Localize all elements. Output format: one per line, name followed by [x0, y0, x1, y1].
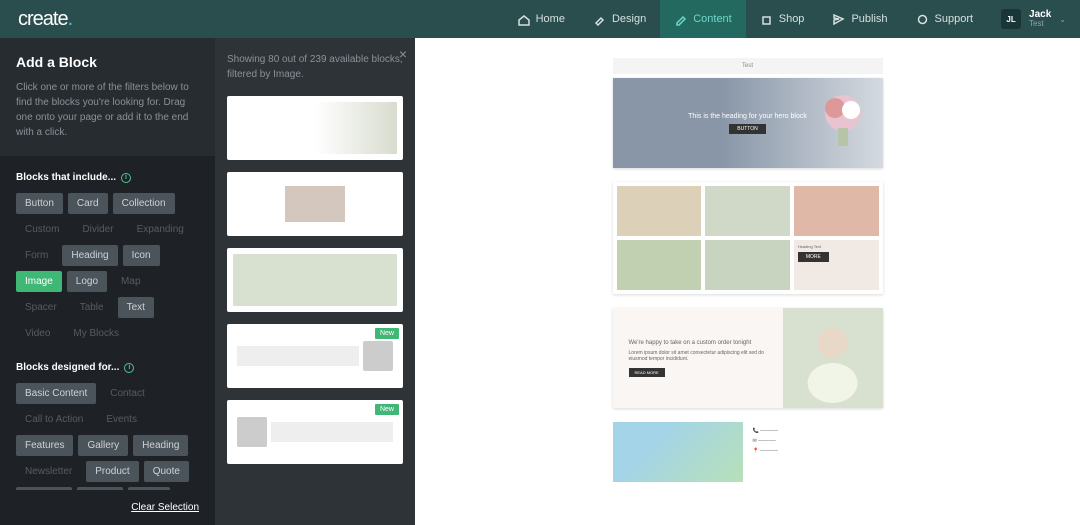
lifebuoy-icon — [916, 13, 929, 26]
new-badge: New — [375, 404, 399, 415]
new-badge: New — [375, 328, 399, 339]
hero-button[interactable]: BUTTON — [729, 124, 765, 134]
flower-image — [813, 88, 873, 148]
quote-image — [783, 308, 882, 408]
filter-chip-image[interactable]: Image — [16, 271, 62, 292]
results-text: Showing 80 out of 239 available blocks, … — [227, 52, 403, 82]
filter-chip-button[interactable]: Button — [16, 193, 63, 214]
filter-chip-features[interactable]: Features — [16, 435, 73, 456]
block-thumb[interactable]: New — [227, 324, 403, 388]
nav-support[interactable]: Support — [902, 0, 988, 38]
filter-chip-map[interactable]: Map — [112, 271, 149, 292]
close-icon[interactable]: × — [399, 46, 407, 62]
filter-chip-logo[interactable]: Logo — [67, 271, 107, 292]
designed-chips: Basic ContentContact Call to ActionEvents… — [16, 383, 199, 490]
filter-chip-gallery[interactable]: Gallery — [78, 435, 128, 456]
filter-chip-heading[interactable]: Heading — [133, 435, 188, 456]
include-chips: ButtonCardCollection CustomDivider Expandi… — [16, 193, 199, 344]
page-preview[interactable]: Test This is the heading for your hero b… — [415, 38, 1080, 525]
nav-publish[interactable]: Publish — [818, 0, 901, 38]
filter-chip-divider[interactable]: Divider — [73, 219, 122, 240]
filter-chip-quote[interactable]: Quote — [144, 461, 189, 482]
filter-chip-my-blocks[interactable]: My Blocks — [64, 323, 128, 344]
filter-chip-card[interactable]: Card — [68, 193, 108, 214]
gallery-block[interactable]: Heading TextMORE — [613, 182, 883, 294]
filter-chip-table[interactable]: Table — [71, 297, 113, 318]
user-menu[interactable]: JL Jack Test ⌄ — [987, 0, 1080, 38]
chevron-down-icon: ⌄ — [1059, 15, 1066, 24]
map-image — [613, 422, 743, 482]
top-bar: create. Home Design Content Shop Publish… — [0, 0, 1080, 38]
filter-chip-call-to-action[interactable]: Call to Action — [16, 409, 92, 430]
include-heading: Blocks that include...i — [16, 172, 199, 183]
filter-chip-custom[interactable]: Custom — [16, 219, 68, 240]
avatar: JL — [1001, 9, 1021, 29]
nav-design[interactable]: Design — [579, 0, 660, 38]
clear-selection-link[interactable]: Clear Selection — [0, 490, 215, 525]
block-thumb[interactable] — [227, 248, 403, 312]
panel-desc: Click one or more of the filters below t… — [16, 80, 199, 140]
block-thumbnails[interactable]: Showing 80 out of 239 available blocks, … — [215, 38, 415, 525]
filter-chip-events[interactable]: Events — [97, 409, 146, 430]
filter-chip-video[interactable]: Video — [16, 323, 59, 344]
brush-icon — [593, 13, 606, 26]
filter-chip-collection[interactable]: Collection — [113, 193, 175, 214]
quote-button[interactable]: READ MORE — [629, 368, 665, 377]
home-icon — [517, 13, 530, 26]
block-thumb[interactable]: New — [227, 400, 403, 464]
contact-info: 📞 ─────✉ ─────📍 ───── — [753, 422, 883, 482]
filter-chip-expanding[interactable]: Expanding — [128, 219, 193, 240]
send-icon — [832, 13, 845, 26]
quote-block[interactable]: We're happy to take on a custom order to… — [613, 308, 883, 408]
filter-chip-spacer[interactable]: Spacer — [16, 297, 66, 318]
hero-text: This is the heading for your hero block … — [688, 113, 807, 134]
filter-chip-product[interactable]: Product — [86, 461, 138, 482]
filter-chip-icon[interactable]: Icon — [123, 245, 160, 266]
preview-tab: Test — [613, 58, 883, 74]
edit-icon — [674, 13, 687, 26]
panel-title: Add a Block — [16, 54, 199, 70]
add-block-panel: × Add a Block Click one or more of the f… — [0, 38, 415, 525]
nav-home[interactable]: Home — [503, 0, 579, 38]
filter-chip-basic-content[interactable]: Basic Content — [16, 383, 96, 404]
block-thumb[interactable] — [227, 172, 403, 236]
brand-logo: create. — [0, 8, 90, 31]
hero-block[interactable]: This is the heading for your hero block … — [613, 78, 883, 168]
designed-heading: Blocks designed for...i — [16, 362, 199, 373]
block-thumb[interactable] — [227, 96, 403, 160]
map-contact-block[interactable]: 📞 ─────✉ ─────📍 ───── — [613, 422, 883, 482]
nav-shop[interactable]: Shop — [746, 0, 819, 38]
main-nav: Home Design Content Shop Publish Support… — [503, 0, 1080, 38]
gallery-text: Heading TextMORE — [794, 240, 879, 290]
quote-text: We're happy to take on a custom order to… — [613, 308, 784, 408]
filter-chip-form[interactable]: Form — [16, 245, 57, 266]
filter-chip-newsletter[interactable]: Newsletter — [16, 461, 81, 482]
user-text: Jack Test — [1029, 9, 1051, 29]
bag-icon — [760, 13, 773, 26]
info-icon[interactable]: i — [124, 363, 134, 373]
filter-chip-text[interactable]: Text — [118, 297, 154, 318]
nav-content[interactable]: Content — [660, 0, 746, 38]
filter-chip-heading[interactable]: Heading — [62, 245, 117, 266]
filter-chip-contact[interactable]: Contact — [101, 383, 153, 404]
filters-column: Add a Block Click one or more of the fil… — [0, 38, 215, 525]
info-icon[interactable]: i — [121, 173, 131, 183]
